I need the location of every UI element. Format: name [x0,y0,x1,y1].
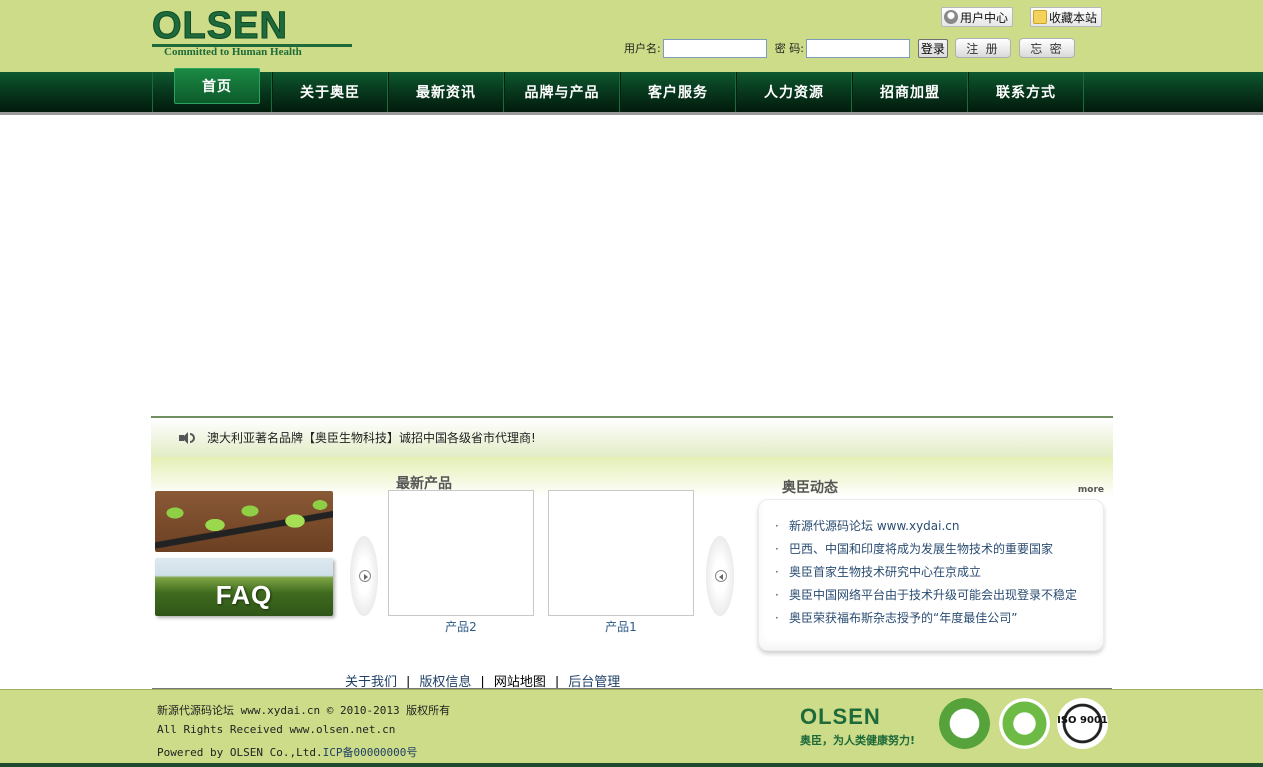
rohs-label: RoHS [950,715,979,725]
faq-banner[interactable]: FAQ [155,558,333,616]
news-item[interactable]: · 巴西、中国和印度将成为发展生物技术的重要国家 [775,540,1103,563]
news-item[interactable]: · 奥臣中国网络平台由于技术升级可能会出现登录不稳定 [775,586,1103,609]
user-center-label: 用户中心 [960,10,1009,25]
olsen-logo[interactable]: OLSEN Committed to Human Health [152,5,352,60]
notice-bar: 澳大利亚著名品牌【奥臣生物科技】诚招中国各级省市代理商! [151,416,1113,457]
nav-label: 关于奥臣 [300,85,360,101]
scroll-left-button[interactable] [350,536,378,616]
nav-label: 招商加盟 [880,85,940,101]
news-item-text: 新源代源码论坛 www.xydai.cn [789,519,960,533]
user-icon [944,10,958,24]
nav-label: 人力资源 [764,85,824,101]
main-nav: 首页 关于奥臣 最新资讯 品牌与产品 客户服务 人力资源 招商加盟 联系方式 [152,68,1112,112]
nav-item-service[interactable]: 客户服务 [620,72,736,112]
icp-link[interactable]: ICP备00000000号 [323,746,418,759]
news-item-text: 奥臣中国网络平台由于技术升级可能会出现登录不稳定 [789,588,1078,602]
username-input[interactable] [662,38,767,58]
faq-label: FAQ [215,580,273,610]
footer-logo: OLSEN 奥臣，为人类健康努力! [800,704,920,748]
product-card[interactable]: 产品1 [548,490,694,635]
iso-badge-icon: ISO 9001 [1057,698,1108,749]
nav-label: 最新资讯 [416,85,476,101]
user-center-link[interactable]: 用户中心 [941,7,1014,27]
username-label: 用户名: [624,42,661,55]
notice-text[interactable]: 澳大利亚著名品牌【奥臣生物科技】诚招中国各级省市代理商! [207,429,536,446]
arrow-icon [359,570,371,582]
news-item[interactable]: · 奥臣荣获福布斯杂志授予的“年度最佳公司” [775,609,1103,632]
copyright-text: 新源代源码论坛 www.xydai.cn © 2010-2013 版权所有 [157,704,451,717]
footer-logo-wordmark: OLSEN [800,704,881,729]
login-button[interactable]: 登录 [917,38,948,58]
product-name[interactable]: 产品1 [548,618,694,635]
product-name[interactable]: 产品2 [388,618,534,635]
bookmark-label: 收藏本站 [1049,10,1098,25]
nav-item-contact[interactable]: 联系方式 [968,72,1084,112]
product-image[interactable] [388,490,534,616]
plants-image[interactable] [155,491,333,552]
company-news: 奥臣动态 more · 新源代源码论坛 www.xydai.cn · 巴西、中国和印… [756,463,1106,663]
nav-label: 联系方式 [996,85,1056,101]
product-card[interactable]: 产品2 [388,490,534,635]
rohs-badge-icon: RoHS [939,698,990,749]
bookmark-link[interactable]: 收藏本站 [1030,7,1103,27]
bullet-icon: · [775,588,779,602]
folder-icon [1033,10,1048,24]
rights-text: All Rights Received www.olsen.net.cn [157,723,396,736]
news-item[interactable]: · 奥臣首家生物技术研究中心在京成立 [775,563,1103,586]
nav-item-products[interactable]: 品牌与产品 [504,72,620,112]
logo-tagline: Committed to Human Health [164,46,302,58]
bullet-icon: · [775,565,779,579]
nav-item-hr[interactable]: 人力资源 [736,72,852,112]
register-button[interactable]: 注 册 [954,38,1011,58]
forgot-password-button[interactable]: 忘 密 [1018,38,1075,58]
nav-item-franchise[interactable]: 招商加盟 [852,72,968,112]
banner-area [152,118,1112,414]
nav-label: 客户服务 [648,85,708,101]
scroll-right-button[interactable] [706,536,734,616]
news-item-text: 奥臣首家生物技术研究中心在京成立 [789,565,982,579]
password-input[interactable] [805,38,910,58]
nav-item-about[interactable]: 关于奥臣 [272,72,388,112]
iso-label: ISO 9001 [1057,715,1108,726]
news-title: 奥臣动态 [782,480,838,496]
news-more-link[interactable]: more [1078,485,1104,495]
logo-wordmark: OLSEN [152,5,288,47]
content-section: FAQ 最新产品 产品2 产品1 奥臣动态 more · 新源代源码论坛 www.… [151,457,1113,667]
nav-active-highlight: 首页 [174,68,260,104]
nav-item-news[interactable]: 最新资讯 [388,72,504,112]
eco-label-badge-icon [999,698,1050,749]
login-form: 用户名: 密 码: 登录 注 册 忘 密 [624,38,1075,58]
news-list: · 新源代源码论坛 www.xydai.cn · 巴西、中国和印度将成为发展生物技术… [758,499,1104,651]
bullet-icon: · [775,611,779,625]
arrow-icon [715,570,727,582]
footer-logo-slogan: 奥臣，为人类健康努力! [800,734,916,747]
news-item-text: 巴西、中国和印度将成为发展生物技术的重要国家 [789,542,1054,556]
speaker-icon [179,431,195,445]
top-links: 用户中心 收藏本站 [941,7,1103,27]
bullet-icon: · [775,519,779,533]
news-item-text: 奥臣荣获福布斯杂志授予的“年度最佳公司” [789,611,1018,625]
powered-text: Powered by OLSEN Co.,Ltd.ICP备00000000号 [157,744,417,760]
bullet-icon: · [775,542,779,556]
news-item[interactable]: · 新源代源码论坛 www.xydai.cn [775,517,1103,540]
powered-by: Powered by OLSEN Co.,Ltd. [157,746,323,759]
product-image[interactable] [548,490,694,616]
nav-item-home[interactable]: 首页 [152,68,272,112]
nav-label: 品牌与产品 [524,85,600,101]
latest-products: 最新产品 产品2 产品1 [350,463,734,663]
nav-label: 首页 [202,79,232,95]
password-label: 密 码: [774,42,804,55]
